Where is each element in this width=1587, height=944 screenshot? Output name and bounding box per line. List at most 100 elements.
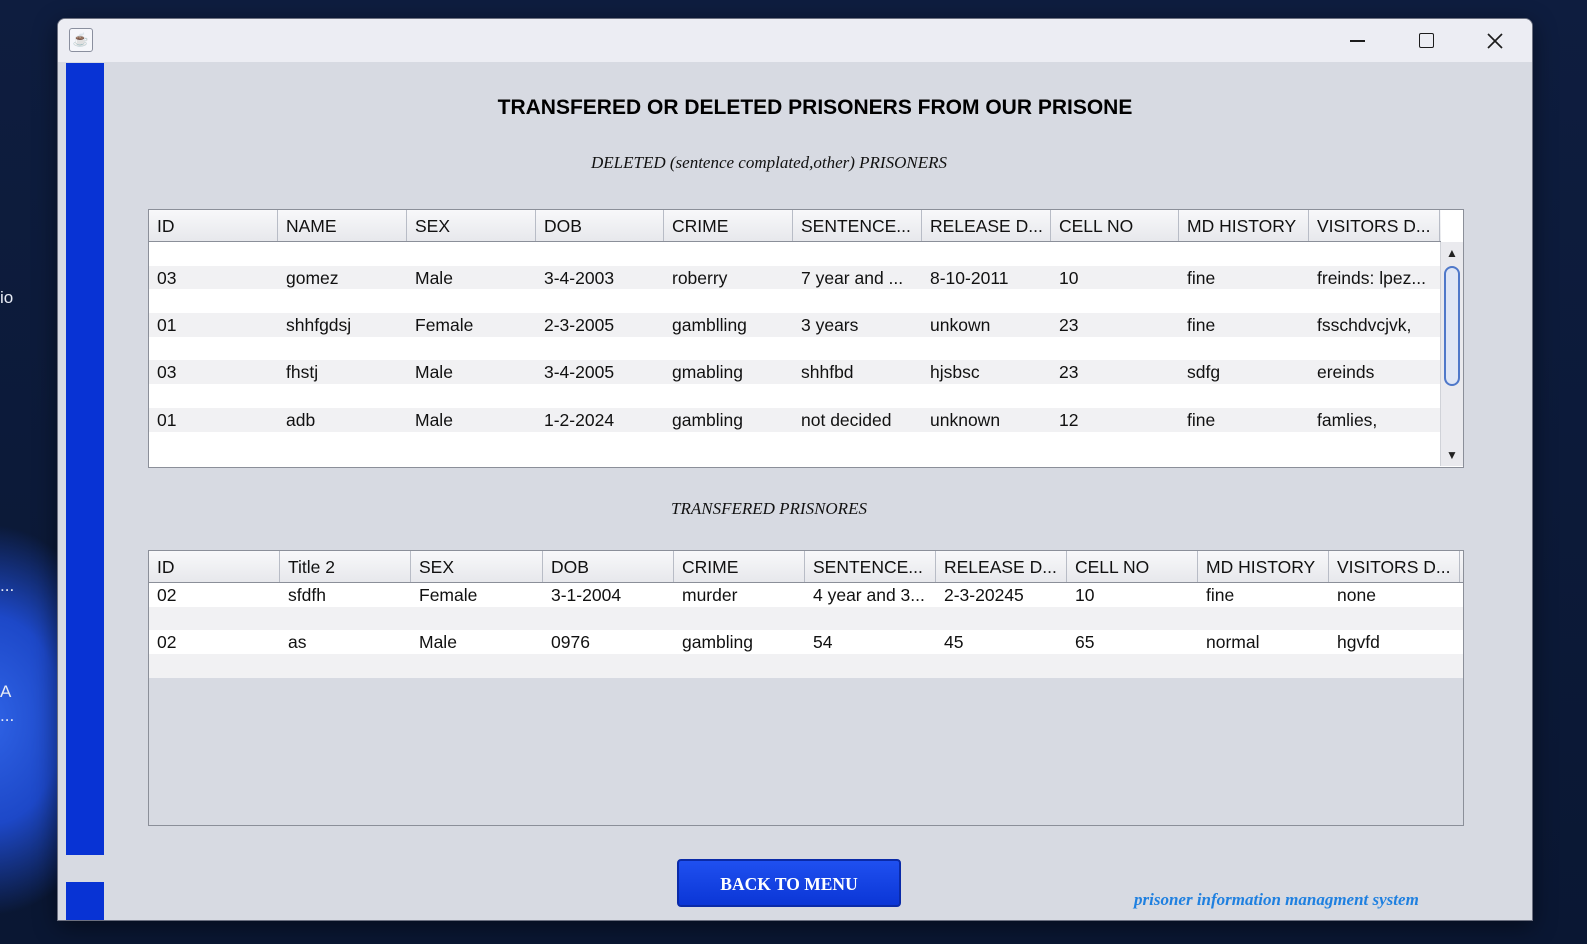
table-cell: fine [1187,315,1216,336]
vertical-scrollbar[interactable]: ▲ ▼ [1440,242,1463,466]
table-row-spacer [149,384,1440,408]
deleted-section-caption: DELETED (sentence complated,other) PRISO… [591,153,947,172]
table-cell: Female [419,585,478,605]
table-cell: gomez [286,267,339,288]
table-cell: 45 [944,632,964,653]
table-cell: hgvfd [1337,632,1380,653]
table-cell: unkown [930,315,991,336]
scroll-down-arrow-icon[interactable]: ▼ [1441,446,1463,464]
table-cell: gamblling [672,315,747,336]
java-app-icon: ☕ [69,28,93,52]
table-cell: roberry [672,267,728,288]
table-row-spacer [149,242,1440,266]
table-cell: 02 [157,632,177,653]
table-cell: 65 [1075,632,1095,653]
table-cell: 01 [157,409,177,430]
column-header[interactable]: SEX [407,210,536,241]
column-header[interactable]: Title 2 [280,551,411,582]
minimize-button[interactable] [1334,25,1380,57]
table-cell: shhfgdsj [286,315,352,336]
table-cell: 02 [157,585,177,605]
table-cell: freinds: lpez... [1317,267,1426,288]
column-header[interactable]: RELEASE D... [936,551,1067,582]
table-cell: Male [419,632,457,653]
column-header[interactable]: ID [149,551,280,582]
column-header[interactable]: MD HISTORY [1179,210,1309,241]
column-header[interactable]: NAME [278,210,407,241]
table-cell: 01 [157,315,177,336]
table-cell: 23 [1059,362,1079,383]
column-header[interactable]: RELEASE D... [922,210,1051,241]
scroll-up-arrow-icon[interactable]: ▲ [1441,244,1463,262]
column-header[interactable]: VISITORS D... [1309,210,1440,241]
table-row-spacer [149,337,1440,361]
column-header[interactable]: CELL NO [1067,551,1198,582]
column-header[interactable]: SEX [411,551,543,582]
table-row-spacer [149,289,1440,313]
table-cell: Male [415,409,453,430]
table-cell: as [288,632,307,653]
sidebar-accent-bar [66,63,104,855]
table-cell: fine [1206,585,1235,605]
close-icon [1487,33,1503,49]
table-cell: Male [415,267,453,288]
deleted-prisoners-table[interactable]: ID NAME SEX DOB CRIME SENTENCE... RELEASE D...… [148,209,1464,468]
maximize-button[interactable] [1403,25,1449,57]
table-cell: 1-2-2024 [544,409,615,430]
column-header[interactable]: CELL NO [1051,210,1179,241]
table-cell: 3-4-2003 [544,267,615,288]
table-cell: 10 [1075,585,1095,605]
table-cell: shhfbd [801,362,854,383]
column-header[interactable]: SENTENCE... [805,551,936,582]
table-cell: sdfg [1187,362,1221,383]
column-header[interactable]: ID [149,210,278,241]
column-header[interactable]: DOB [536,210,664,241]
transferred-section-caption: TRANSFERED PRISNORES [671,499,867,518]
transferred-prisoners-table[interactable]: ID Title 2 SEX DOB CRIME SENTENCE... RELEASE D… [148,550,1464,826]
app-window: ☕ TRANSFERED OR DELETED PRISONERS FROM O… [57,18,1533,921]
table-cell: famlies, [1317,409,1378,430]
table-cell: hjsbsc [930,362,980,383]
table-cell: 54 [813,632,833,653]
table-cell: adb [286,409,316,430]
table-cell: 2-3-2005 [544,315,615,336]
close-button[interactable] [1472,25,1518,57]
table-row[interactable]: 03 gomez Male 3-4-2003 roberry 7 year and ...… [149,265,1440,290]
desktop-label: ... [0,576,15,595]
column-header[interactable]: MD HISTORY [1198,551,1329,582]
table-header: ID Title 2 SEX DOB CRIME SENTENCE... RELEASE D… [149,551,1463,583]
table-row-spacer [149,654,1463,678]
table-cell: 10 [1059,267,1079,288]
table-cell: 23 [1059,315,1079,336]
column-header[interactable]: VISITORS D... [1329,551,1460,582]
table-row[interactable]: 02 as Male 0976 gambling 54 45 65 normal hgvfd [149,630,1463,654]
table-cell: unknown [930,409,1001,430]
table-cell: not decided [801,409,892,430]
table-cell: 3-4-2005 [544,362,615,383]
column-header[interactable]: CRIME [664,210,793,241]
table-cell: Male [415,362,453,383]
scroll-thumb[interactable] [1444,266,1460,386]
desktop-label: ... [0,706,15,725]
column-header[interactable]: SENTENCE... [793,210,922,241]
table-row[interactable]: 03 fhstj Male 3-4-2005 gmabling shhfbd hjsbsc 2… [149,360,1440,385]
table-cell: fsschdvcjvk, [1317,315,1412,336]
back-to-menu-button[interactable]: BACK TO MENU [677,859,901,907]
table-cell: gambling [682,632,754,653]
column-header[interactable]: CRIME [674,551,805,582]
table-cell: 12 [1059,409,1079,430]
table-row-spacer [149,432,1440,456]
footer-brand-text: prisoner information managment system [1134,890,1419,909]
table-cell: 03 [157,267,177,288]
table-cell: gmabling [672,362,744,383]
table-row[interactable]: 01 shhfgdsj Female 2-3-2005 gamblling 3 years… [149,313,1440,337]
table-cell: fine [1187,267,1216,288]
table-row[interactable]: 02 sfdfh Female 3-1-2004 murder 4 year and 3.… [149,583,1463,607]
title-bar[interactable]: ☕ [58,19,1532,62]
table-row[interactable]: 01 adb Male 1-2-2024 gambling not decided unkn… [149,407,1440,432]
column-header[interactable]: DOB [543,551,674,582]
table-header: ID NAME SEX DOB CRIME SENTENCE... RELEASE D...… [149,210,1441,242]
table-cell: 0976 [551,632,590,653]
table-body: 02 sfdfh Female 3-1-2004 murder 4 year and 3.… [149,583,1463,678]
table-cell: 3 years [801,315,859,336]
